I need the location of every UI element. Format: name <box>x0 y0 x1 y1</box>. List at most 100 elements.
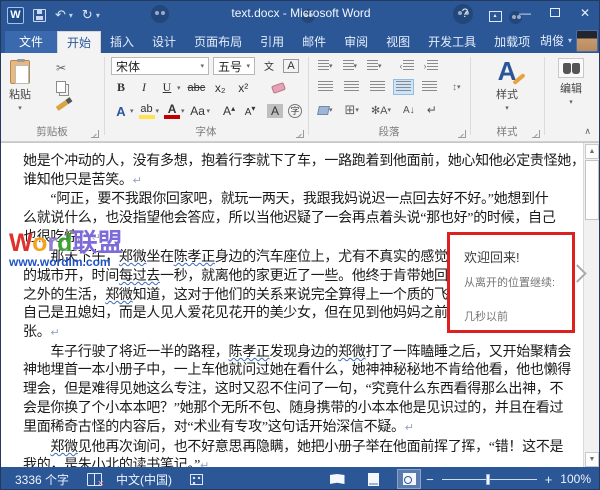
scroll-up-icon[interactable]: ▲ <box>585 144 599 159</box>
view-shortcuts <box>326 467 420 490</box>
zoom-slider-thumb[interactable] <box>486 474 490 485</box>
minimize-icon[interactable]: — <box>513 4 537 23</box>
text-effects-button[interactable]: A <box>113 104 129 119</box>
document-line: 我的，是朱小北的读书笔记。”↵ <box>23 456 579 467</box>
line-spacing-icon[interactable]: ↕▾ <box>450 81 463 94</box>
paste-button[interactable]: 粘贴 ▾ <box>9 55 31 112</box>
user-area[interactable]: 胡俊 ▾ <box>540 28 600 53</box>
paste-clipboard-icon <box>10 60 30 84</box>
change-case-button[interactable]: Aa <box>190 104 206 118</box>
zoom-slider[interactable] <box>442 479 537 480</box>
align-left-icon[interactable] <box>316 80 335 94</box>
tab-4[interactable]: 引用 <box>251 31 293 53</box>
grow-font-button[interactable]: A▴ <box>221 104 237 118</box>
bold-button[interactable]: B <box>113 80 129 95</box>
callout-subtitle: 从离开的位置继续: <box>464 274 572 290</box>
tab-2[interactable]: 设计 <box>143 31 185 53</box>
superscript-button[interactable]: x² <box>235 81 251 95</box>
tab-8[interactable]: 开发工具 <box>419 31 485 53</box>
document-area[interactable]: 她是个冲动的人，没有多想，抱着行李就下了车，一路跑着到他面前，她心知他必定责怪她… <box>1 142 600 467</box>
web-layout-icon[interactable] <box>398 470 420 488</box>
tab-0[interactable]: 开始 <box>57 31 101 53</box>
document-line: “阿正，要不我跟你回家吧，就玩一两天，我跟我妈说迟一点回去好不好。”她想到什 <box>23 190 579 209</box>
zoom-level[interactable]: 100% <box>560 472 591 486</box>
scroll-down-icon[interactable]: ▼ <box>585 452 599 467</box>
document-line: 里面稀奇古怪的内容后，对“术业有专攻”这句话开始深信不疑。↵ <box>23 418 579 437</box>
document-line: 她是个冲动的人，没有多想，抱着行李就下了车，一路跑着到他面前，她心知他必定责怪她… <box>23 152 579 171</box>
ribbon-display-options-icon[interactable]: ▴ <box>483 4 507 23</box>
strikethrough-button[interactable]: abc <box>188 82 206 94</box>
group-clipboard: 粘贴 ▾ ✂ 剪贴板 <box>1 53 103 141</box>
clipboard-dialog-launcher-icon[interactable] <box>91 130 99 138</box>
ribbon-home: 粘贴 ▾ ✂ 剪贴板 宋体▾ 五号▾ 文 A <box>1 53 600 142</box>
align-right-icon[interactable] <box>368 80 387 94</box>
styles-button[interactable]: A 样式 ▾ <box>471 53 543 112</box>
font-size-combo[interactable]: 五号▾ <box>213 57 255 75</box>
highlight-color-button[interactable]: ab <box>139 104 155 119</box>
cut-icon[interactable]: ✂ <box>56 61 68 75</box>
word-count[interactable]: 3336 个字 <box>15 471 69 488</box>
help-icon[interactable]: ? <box>453 4 477 23</box>
align-center-icon[interactable] <box>342 80 361 94</box>
borders-icon[interactable]: ⊞▾ <box>343 103 361 117</box>
tab-5[interactable]: 邮件 <box>293 31 335 53</box>
font-color-button[interactable]: A <box>164 103 180 119</box>
tab-7[interactable]: 视图 <box>377 31 419 53</box>
tab-file[interactable]: 文件 <box>5 31 57 53</box>
character-shading-button[interactable]: A <box>267 104 283 118</box>
welcome-back-callout[interactable]: 欢迎回来! 从离开的位置继续: 几秒以前 <box>450 235 572 330</box>
show-hide-marks-icon[interactable]: ↵ <box>425 102 439 118</box>
clipboard-group-label: 剪贴板 <box>1 124 103 139</box>
tab-6[interactable]: 审阅 <box>335 31 377 53</box>
font-dialog-launcher-icon[interactable] <box>296 130 304 138</box>
copy-icon[interactable] <box>56 81 66 93</box>
zoom-in-icon[interactable]: + <box>545 472 553 487</box>
clear-formatting-icon[interactable] <box>271 82 286 94</box>
shading-icon[interactable]: ▾ <box>316 105 335 116</box>
tab-9[interactable]: 加载项 <box>485 31 539 53</box>
proofing-errors-icon[interactable] <box>87 473 102 486</box>
user-avatar[interactable] <box>576 30 598 52</box>
justify-icon[interactable] <box>394 80 413 94</box>
print-layout-icon[interactable] <box>362 470 384 488</box>
paragraph-group-label: 段落 <box>309 124 469 139</box>
enclose-characters-icon[interactable]: 字 <box>288 104 302 118</box>
read-mode-icon[interactable] <box>326 470 348 488</box>
paragraph-dialog-launcher-icon[interactable] <box>458 130 466 138</box>
bullets-icon[interactable]: ▾ <box>316 59 335 73</box>
editing-button[interactable]: 编辑 ▾ <box>545 53 597 106</box>
window-controls: ? ▴ — ✕ <box>453 4 597 23</box>
italic-button[interactable]: I <box>136 80 152 95</box>
zoom-out-icon[interactable]: − <box>426 472 434 487</box>
group-paragraph: ▾ ▾ ▾ ‹ › ↕▾ ▾ ⊞▾ ✻A▾ A↓ ↵ 段落 <box>309 53 469 141</box>
collapse-ribbon-icon[interactable]: ∧ <box>584 126 591 137</box>
macro-recording-icon[interactable] <box>190 474 203 485</box>
tab-1[interactable]: 插入 <box>101 31 143 53</box>
character-border-icon[interactable]: A <box>283 59 299 73</box>
close-icon[interactable]: ✕ <box>573 4 597 23</box>
format-painter-icon[interactable] <box>56 100 69 111</box>
status-bar: 3336 个字 中文(中国) − + 100% <box>1 467 600 490</box>
numbering-icon[interactable]: ▾ <box>341 59 360 73</box>
styles-dialog-launcher-icon[interactable] <box>532 130 540 138</box>
shrink-font-button[interactable]: A▾ <box>242 104 258 118</box>
group-font: 宋体▾ 五号▾ 文 A B I U▾ abc x₂ x² A▾ ab▾ A▾ <box>105 53 307 141</box>
document-line: 谁知他只是苦笑。↵ <box>23 171 579 190</box>
language-status[interactable]: 中文(中国) <box>116 471 172 488</box>
distribute-icon[interactable] <box>420 80 439 94</box>
sort-icon[interactable]: A↓ <box>401 104 417 117</box>
font-name-combo[interactable]: 宋体▾ <box>111 57 209 75</box>
multilevel-list-icon[interactable]: ▾ <box>365 59 384 73</box>
phonetic-guide-icon[interactable]: 文 <box>261 58 277 73</box>
tab-3[interactable]: 页面布局 <box>185 31 251 53</box>
underline-button[interactable]: U <box>159 80 175 95</box>
increase-indent-icon[interactable]: › <box>422 59 440 73</box>
maximize-icon[interactable] <box>543 4 567 23</box>
font-group-label: 字体 <box>105 124 307 139</box>
asian-layout-icon[interactable]: ✻A▾ <box>369 103 393 118</box>
vertical-scrollbar[interactable]: ▲ ▼ <box>583 143 599 467</box>
subscript-button[interactable]: x₂ <box>212 81 228 95</box>
zoom-control: − + 100% <box>426 467 591 490</box>
scrollbar-thumb[interactable] <box>585 160 599 220</box>
decrease-indent-icon[interactable]: ‹ <box>398 59 416 73</box>
